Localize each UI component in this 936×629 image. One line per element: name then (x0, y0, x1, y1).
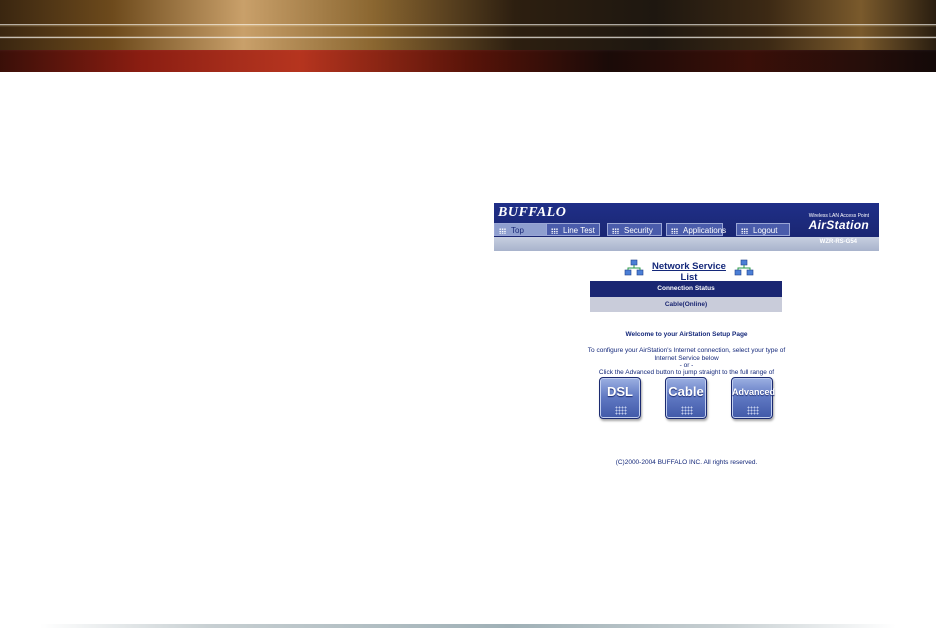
nav-tabs: Top Line Test Security Applications Logo… (494, 223, 794, 237)
banner-line (0, 24, 936, 25)
dot-grid-icon (681, 406, 693, 415)
tab-top[interactable]: Top (494, 223, 547, 236)
tab-label: Security (624, 226, 653, 235)
instruction-line: - or - (679, 362, 694, 369)
tab-label: Top (511, 226, 524, 235)
banner-line (0, 50, 936, 51)
model-bar: WZR-RS-G54 (494, 237, 879, 251)
airstation-setup-page: BUFFALO Wireless LAN Access Point AirSta… (494, 203, 879, 478)
network-nodes-icon (624, 259, 644, 276)
dot-grid-icon (551, 227, 558, 234)
brand-logo: BUFFALO (498, 205, 567, 220)
instruction-line: Click the Advanced button to jump straig… (598, 369, 775, 376)
tab-security[interactable]: Security (607, 223, 662, 236)
tab-logout[interactable]: Logout (736, 223, 790, 236)
dsl-button[interactable]: DSL (599, 377, 641, 419)
button-label: Advanced (732, 387, 776, 397)
tab-applications[interactable]: Applications (666, 223, 727, 236)
tab-line-test[interactable]: Line Test (546, 223, 600, 236)
network-service-list-link[interactable]: Network Service List (648, 261, 730, 283)
bottom-rule (40, 624, 896, 628)
dot-grid-icon (615, 406, 627, 415)
dot-grid-icon (612, 227, 619, 234)
copyright-text: (C)2000-2004 BUFFALO INC. All rights res… (615, 459, 758, 466)
connection-status-header: Connection Status (590, 281, 782, 297)
product-logo: AirStation (808, 218, 869, 232)
instruction-line: Internet Service below (654, 355, 719, 362)
welcome-heading: Welcome to your AirStation Setup Page (625, 331, 748, 338)
advanced-button[interactable]: Advanced (731, 377, 776, 419)
model-number: WZR-RS-G54 (819, 239, 857, 245)
dot-grid-icon (747, 406, 759, 415)
dot-grid-icon (741, 227, 748, 234)
tab-label: Logout (753, 226, 778, 235)
network-nodes-icon (734, 259, 754, 276)
top-banner (0, 0, 936, 72)
tab-label: Applications (683, 226, 727, 235)
tab-label: Line Test (563, 226, 595, 235)
button-label: Cable (668, 384, 704, 399)
banner-line (0, 37, 936, 38)
button-label: DSL (607, 384, 633, 399)
router-header: BUFFALO Wireless LAN Access Point AirSta… (494, 203, 879, 237)
instruction-line: To configure your AirStation's Internet … (587, 347, 786, 354)
connection-status-value: Cable(Online) (590, 297, 782, 312)
cable-button[interactable]: Cable (665, 377, 707, 419)
network-service-list-heading: Network Service List (624, 259, 754, 283)
dot-grid-icon (671, 227, 678, 234)
dot-grid-icon (499, 227, 506, 234)
